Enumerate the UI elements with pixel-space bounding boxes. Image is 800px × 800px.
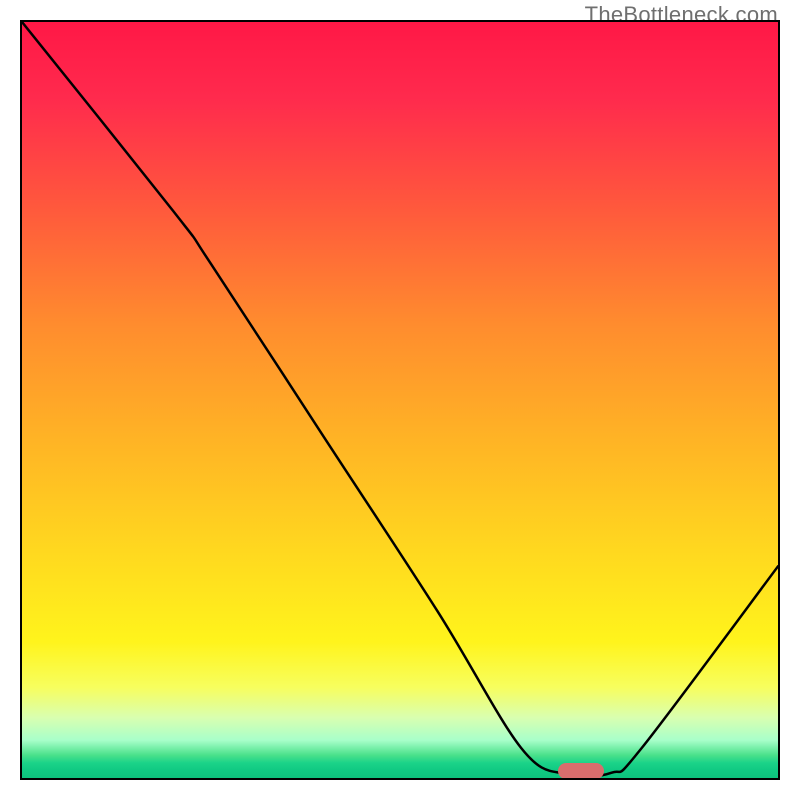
chart-area bbox=[20, 20, 780, 780]
optimal-point-marker bbox=[558, 763, 604, 779]
bottleneck-curve bbox=[22, 22, 778, 778]
